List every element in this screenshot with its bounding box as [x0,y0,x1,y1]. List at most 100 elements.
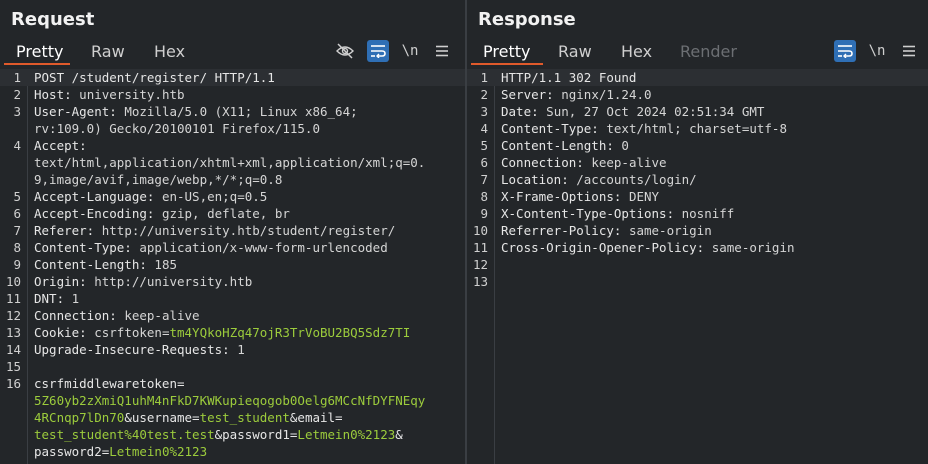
line-content: User-Agent: Mozilla/5.0 (X11; Linux x86_… [34,103,358,120]
line-number: 5 [13,189,21,204]
header-value: university.htb [71,87,185,102]
body-line: password2=Letmein0%2123 [34,443,207,460]
menu-icon[interactable] [431,40,453,62]
code-line: 7 Referer: http://university.htb/student/… [0,222,465,239]
header-value: nginx/1.24.0 [553,87,652,102]
header-name: Host: [34,87,72,102]
header-value: 185 [146,257,177,272]
header-name: Content-Type: [501,121,599,136]
line-number: 7 [480,172,488,187]
line-number: 13 [472,274,488,289]
header-value: rv:109.0) Gecko/20100101 Firefox/115.0 [34,121,320,136]
code-line: 9 X-Content-Type-Options: nosniff [467,205,928,222]
line-content: Cookie: csrftoken=tm4YQkoHZq47ojR3TrVoBU… [34,324,410,341]
header-name: Upgrade-Insecure-Requests: [34,342,230,357]
code-line: 5 Accept-Language: en-US,en;q=0.5 [0,188,465,205]
body-line: 4RCnqp7lDn70&username=test_student&email… [34,409,343,426]
wrap-lines-icon[interactable] [367,40,389,62]
header-value: text/html,application/xhtml+xml,applicat… [34,155,426,170]
response-title: Response [478,9,576,30]
line-number: 14 [5,342,21,357]
code-line: 13 [467,273,928,290]
response-editor[interactable]: 1 HTTP/1.1 302 Found 2 Server: nginx/1.24.0… [467,69,928,464]
line-number: 4 [480,121,488,136]
header-name: Referrer-Policy: [501,223,622,238]
header-value: 1 [229,342,245,357]
line-number: 6 [13,206,21,221]
param-value: 5Z60yb2zXmiQ1uhM4nFkD7KWKupieqogob0Oelg6… [34,393,426,408]
header-name: POST /student/register/ HTTP/1.1 [34,70,275,85]
line-number: 13 [5,325,21,340]
line-number: 3 [13,104,21,119]
code-line: 4 Content-Type: text/html; charset=utf-8 [467,120,928,137]
tab-raw[interactable]: Raw [558,42,592,61]
menu-icon[interactable] [898,40,920,62]
code-line: 7 Location: /accounts/login/ [467,171,928,188]
header-value: nosniff [674,206,735,221]
header-value: http://university.htb/student/register/ [94,223,396,238]
code-line: 4 Accept: [0,137,465,154]
newline-icon[interactable]: \n [399,40,421,62]
line-number: 15 [5,359,21,374]
code-line: 6 Connection: keep-alive [467,154,928,171]
line-number: 1 [13,70,21,85]
tab-pretty[interactable]: Pretty [16,42,63,61]
header-value: same-origin [704,240,795,255]
response-tabs: Pretty Raw Hex Render \n [467,40,928,65]
param-value: 4RCnqp7lDn70 [34,410,125,425]
eye-slash-icon[interactable] [334,40,356,62]
header-name: Accept-Language: [34,189,155,204]
code-line: 8 X-Frame-Options: DENY [467,188,928,205]
param-name: &email= [289,410,343,425]
line-content: Content-Type: application/x-www-form-url… [34,239,388,256]
line-number: 9 [480,206,488,221]
code-line: 9,image/avif,image/webp,*/*;q=0.8 [0,171,465,188]
line-content: HTTP/1.1 302 Found [501,69,636,86]
code-line: 9 Content-Length: 185 [0,256,465,273]
line-content: Connection: keep-alive [501,154,667,171]
header-name: User-Agent: [34,104,117,119]
request-tabs: Pretty Raw Hex \n [0,40,465,65]
active-tab-underline [4,63,70,65]
body-line: test_student%40test.test&password1=Letme… [34,426,403,443]
request-editor[interactable]: 1 POST /student/register/ HTTP/1.1 2 Host: … [0,69,465,464]
line-number: 1 [480,70,488,85]
header-name: Accept-Encoding: [34,206,155,221]
line-content: X-Content-Type-Options: nosniff [501,205,734,222]
tab-hex[interactable]: Hex [154,42,185,61]
line-number: 9 [13,257,21,272]
tab-hex[interactable]: Hex [621,42,652,61]
header-name: Location: [501,172,569,187]
newline-icon[interactable]: \n [866,40,888,62]
param-name: &username= [124,410,200,425]
line-number: 2 [480,87,488,102]
wrap-lines-icon[interactable] [834,40,856,62]
line-number: 2 [13,87,21,102]
line-content: Accept: [34,137,87,154]
code-line: 10 Origin: http://university.htb [0,273,465,290]
code-line: 12 [467,256,928,273]
header-value: DENY [621,189,660,204]
line-content: Referer: http://university.htb/student/r… [34,222,395,239]
header-name: Connection: [501,155,584,170]
tab-pretty[interactable]: Pretty [483,42,530,61]
param-name: & [395,427,403,442]
header-name: Content-Length: [34,257,147,272]
code-line: 10 Referrer-Policy: same-origin [467,222,928,239]
line-content: Cross-Origin-Opener-Policy: same-origin [501,239,795,256]
line-number: 10 [5,274,21,289]
code-line: 12 Connection: keep-alive [0,307,465,324]
param-value: Letmein0%2123 [297,427,396,442]
header-name: Origin: [34,274,87,289]
line-content: X-Frame-Options: DENY [501,188,659,205]
header-value: text/html; charset=utf-8 [598,121,787,136]
body-line: 5Z60yb2zXmiQ1uhM4nFkD7KWKupieqogob0Oelg6… [34,392,425,409]
code-line: rv:109.0) Gecko/20100101 Firefox/115.0 [0,120,465,137]
code-line: 1 HTTP/1.1 302 Found [467,69,928,86]
tab-raw[interactable]: Raw [91,42,125,61]
code-line: 15 [0,358,465,375]
line-content: Date: Sun, 27 Oct 2024 02:51:34 GMT [501,103,764,120]
line-number: 5 [480,138,488,153]
header-name: Accept: [34,138,87,153]
code-line: 3 Date: Sun, 27 Oct 2024 02:51:34 GMT [467,103,928,120]
